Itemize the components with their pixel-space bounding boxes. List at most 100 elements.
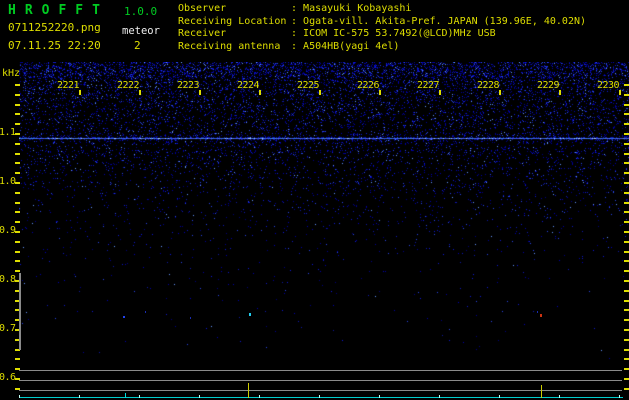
time-tick-label: 2228	[476, 80, 500, 91]
freq-minor-tick-right	[624, 221, 629, 223]
freq-tick-label: 0.9	[0, 225, 16, 236]
freq-minor-tick-right	[624, 270, 629, 272]
freq-minor-tick-right	[624, 251, 629, 253]
freq-tick-label: 0.6	[0, 372, 16, 383]
time-tick	[79, 90, 81, 95]
info-label: Receiver	[178, 28, 227, 40]
time-tick	[199, 90, 201, 95]
freq-tick-label: 0.8	[0, 274, 16, 285]
freq-tick-label: 1.1	[0, 127, 16, 138]
signal-gridline	[19, 370, 622, 371]
minute-mark	[259, 395, 260, 398]
time-tick-label: 2229	[536, 80, 560, 91]
freq-minor-tick-left	[15, 123, 20, 125]
freq-minor-tick-left	[15, 172, 20, 174]
freq-minor-tick-right	[624, 241, 629, 243]
datetime-label: 07.11.25 22:20	[8, 39, 101, 52]
info-value: Ogata-vill. Akita-Pref. JAPAN (139.96E, …	[303, 15, 587, 27]
minute-mark	[79, 395, 80, 398]
app-version: 1.0.0	[124, 5, 158, 18]
freq-minor-tick-left	[15, 211, 20, 213]
hrofft-screen: HROFFT 1.0.0 0711252220.png meteor 07.11…	[0, 0, 629, 400]
time-tick-label: 2223	[176, 80, 200, 91]
time-tick-label: 2225	[296, 80, 320, 91]
minute-mark	[139, 395, 140, 398]
freq-minor-tick-right	[624, 104, 629, 106]
freq-minor-tick-left	[15, 202, 20, 204]
meteor-echo-dot	[190, 317, 191, 319]
receiver-info: Observer: Masayuki Kobayashi Receiving Lo…	[178, 3, 586, 53]
freq-minor-tick-right	[624, 358, 629, 360]
output-filename: 0711252220.png	[8, 21, 101, 34]
time-tick	[379, 90, 381, 95]
info-colon: :	[291, 40, 304, 52]
time-tick	[619, 90, 621, 95]
signal-baseline	[19, 397, 623, 398]
info-label: Receiving Location	[178, 15, 287, 27]
time-tick	[319, 90, 321, 95]
signal-gridline	[19, 390, 622, 391]
freq-minor-tick-right	[624, 368, 629, 370]
freq-minor-tick-right	[624, 202, 629, 204]
time-tick-label: 2222	[116, 80, 140, 91]
freq-minor-tick-left	[15, 251, 20, 253]
minute-mark	[319, 395, 320, 398]
time-tick-label: 2221	[56, 80, 80, 91]
signal-gridline	[19, 380, 622, 381]
freq-minor-tick-right	[624, 153, 629, 155]
freq-minor-tick-left	[15, 113, 20, 115]
time-tick	[139, 90, 141, 95]
signal-spike	[541, 385, 542, 398]
time-tick	[559, 90, 561, 95]
info-row: Observer: Masayuki Kobayashi	[178, 3, 586, 16]
freq-minor-tick-left	[15, 192, 20, 194]
meteor-echo-dot	[145, 311, 146, 313]
signal-spike	[125, 393, 126, 398]
freq-minor-tick-right	[624, 123, 629, 125]
freq-minor-tick-right	[624, 319, 629, 321]
freq-minor-tick-right	[624, 172, 629, 174]
freq-minor-tick-right	[624, 143, 629, 145]
freq-minor-tick-right	[624, 192, 629, 194]
info-value: A504HB(yagi 4el)	[303, 40, 400, 52]
freq-tick-label: 0.7	[0, 323, 16, 334]
time-tick-label: 2224	[236, 80, 260, 91]
info-value: ICOM IC-575 53.7492(@LCD)MHz USB	[303, 28, 496, 40]
meteor-echo-dot	[537, 311, 538, 313]
freq-minor-tick-right	[624, 84, 629, 86]
level-scale-bar	[19, 273, 21, 350]
meteor-count: 2	[134, 39, 141, 52]
freq-minor-tick-right	[624, 260, 629, 262]
time-tick	[439, 90, 441, 95]
freq-tick-label: 1.0	[0, 176, 16, 187]
freq-minor-tick-right	[624, 378, 629, 380]
freq-minor-tick-right	[624, 329, 629, 331]
minute-mark	[379, 395, 380, 398]
info-row: Receiver: ICOM IC-575 53.7492(@LCD)MHz U…	[178, 28, 586, 41]
freq-minor-tick-left	[15, 270, 20, 272]
freq-minor-tick-left	[15, 104, 20, 106]
minute-mark	[619, 395, 620, 398]
freq-minor-tick-right	[624, 113, 629, 115]
meteor-echo-dot	[249, 313, 251, 316]
minute-mark	[19, 395, 20, 398]
info-label: Observer	[178, 3, 227, 14]
time-tick-label: 2230	[596, 80, 620, 91]
time-tick-label: 2227	[416, 80, 440, 91]
freq-minor-tick-right	[624, 309, 629, 311]
minute-mark	[439, 395, 440, 398]
minute-mark	[499, 395, 500, 398]
info-colon: :	[291, 28, 304, 40]
freq-minor-tick-right	[624, 349, 629, 351]
freq-minor-tick-right	[624, 290, 629, 292]
minute-mark	[559, 395, 560, 398]
info-colon: :	[291, 3, 304, 14]
meteor-echo-dot	[540, 314, 542, 317]
freq-minor-tick-right	[624, 231, 629, 233]
freq-minor-tick-right	[624, 94, 629, 96]
time-tick-label: 2226	[356, 80, 380, 91]
info-row: Receiving Location: Ogata-vill. Akita-Pr…	[178, 16, 586, 29]
time-tick	[499, 90, 501, 95]
app-title: HROFFT	[8, 3, 109, 18]
frequency-unit-label: kHz	[2, 68, 21, 79]
